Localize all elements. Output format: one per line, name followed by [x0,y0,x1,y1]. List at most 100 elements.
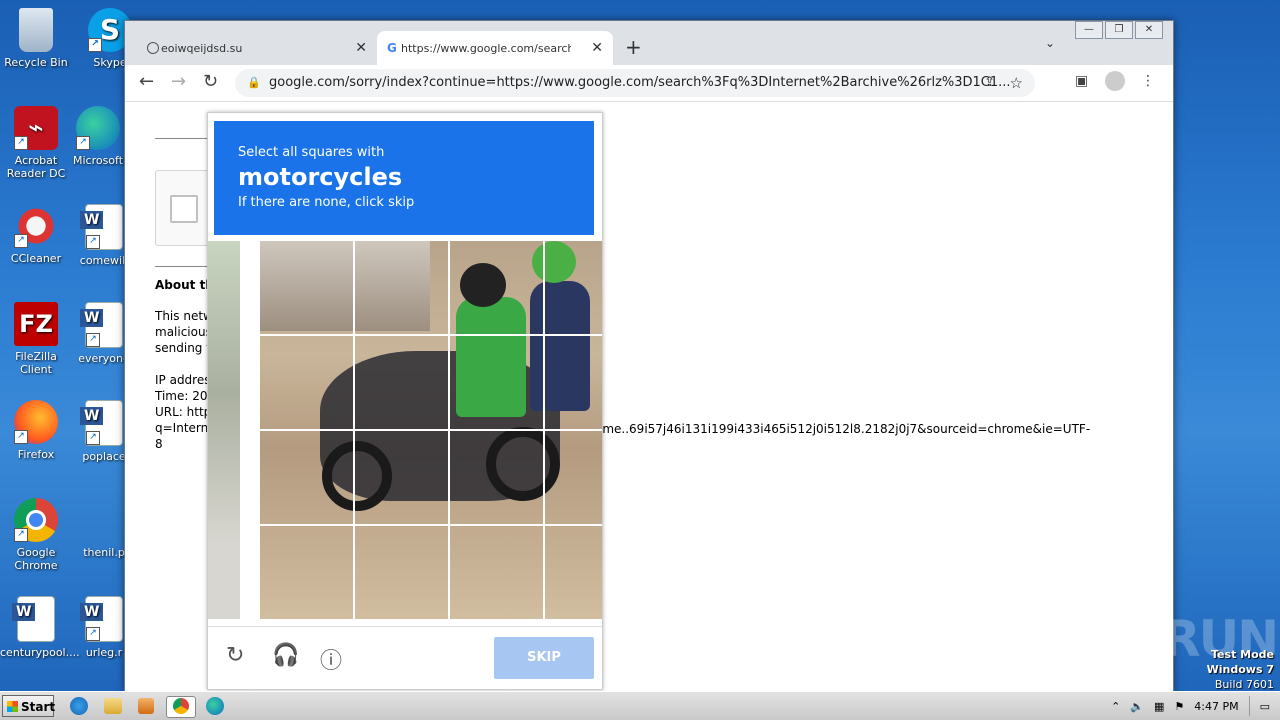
info-line: 8 [155,437,163,451]
test-mode-label: Test Mode Windows 7 Build 7601 [1207,647,1274,692]
desktop-icon-recycle-bin[interactable]: Recycle Bin [0,8,72,69]
grid-tile[interactable] [260,241,353,334]
system-tray: ⌃ 🔈 ▦ ⚑ 4:47 PM ▭ [1111,692,1280,720]
close-tab-icon[interactable]: ✕ [591,40,603,56]
desktop-icon-centurypool[interactable]: centurypool.... [0,596,80,659]
desktop-icon-label: CCleaner [10,252,62,265]
grid-tile[interactable] [260,526,353,619]
grid-tile[interactable] [355,431,448,524]
grid-tile[interactable] [260,336,353,429]
volume-icon[interactable]: 🔈 [1130,700,1144,713]
chrome-icon: ↗ [14,498,58,542]
grid-tile[interactable] [450,526,543,619]
filezilla-icon: FZ [14,302,58,346]
address-text: google.com/sorry/index?continue=https://… [269,75,1011,90]
info-line: IP addres [155,373,211,387]
target-object-text: motorcycles [238,163,403,191]
blank-doc-icon [82,498,126,542]
tray-expand-icon[interactable]: ⌃ [1111,700,1120,713]
tray-divider [1248,696,1250,716]
globe-icon [147,42,159,54]
tab-search-chevron-icon[interactable]: ⌄ [1045,36,1055,50]
desktop-icon-filezilla[interactable]: FZ FileZilla Client [0,302,72,376]
media-player-icon[interactable] [138,698,154,714]
skip-button[interactable]: SKIP [494,637,594,679]
bookmark-star-icon[interactable]: ☆ [1010,69,1023,97]
edge-icon: ↗ [76,106,120,150]
audio-icon[interactable]: 🎧 [272,643,299,668]
share-icon[interactable]: ⇪ [984,69,995,97]
show-desktop-icon[interactable]: ▭ [1260,700,1270,713]
word-doc-icon: ↗ [80,596,123,642]
instruction-text: Select all squares with [238,145,385,160]
grid-tile[interactable] [450,336,543,429]
chrome-window: eoiwqeijdsd.su ✕ G https://www.google.co… [124,20,1174,692]
word-doc-icon: ↗ [80,400,123,446]
tab-google-search[interactable]: G https://www.google.com/search?q= ✕ [377,31,613,65]
challenge-header: Select all squares with motorcycles If t… [214,121,594,235]
grid-tile[interactable] [545,336,602,429]
os-text: Windows 7 [1206,663,1274,676]
desktop-icon-ccleaner[interactable]: ↗ CCleaner [0,204,72,265]
grid-tile[interactable] [450,241,543,334]
grid-tile[interactable] [545,526,602,619]
tab-eoiwqeijdsd[interactable]: eoiwqeijdsd.su ✕ [137,31,377,65]
back-arrow-icon[interactable]: ← [139,71,154,92]
start-button[interactable]: Start [2,695,55,717]
page-content: About th This netw malicious sending t I… [125,102,1173,691]
menu-kebab-icon[interactable]: ⋮ [1141,73,1155,89]
info-icon[interactable]: ⓘ [320,643,342,675]
grid-tile[interactable] [355,336,448,429]
new-tab-button[interactable]: + [625,35,642,59]
grid-tile[interactable] [260,431,353,524]
word-doc-icon: ↗ [80,302,123,348]
word-doc-icon [12,596,55,642]
close-window-button[interactable]: ✕ [1135,21,1163,39]
side-panel-icon[interactable]: ▣ [1075,73,1088,89]
flag-icon[interactable]: ⚑ [1174,700,1184,713]
network-icon[interactable]: ▦ [1154,700,1164,713]
grid-tile[interactable] [355,526,448,619]
word-doc-icon: ↗ [80,204,123,250]
desktop-icon-label: FileZilla Client [15,350,57,376]
clock[interactable]: 4:47 PM [1194,700,1238,713]
grid-tile[interactable] [450,431,543,524]
browser-toolbar: ← → ↻ 🔒 google.com/sorry/index?continue=… [125,65,1173,102]
chrome-taskbar-icon[interactable] [166,696,196,718]
profile-avatar[interactable] [1105,71,1125,95]
grid-tile[interactable] [545,431,602,524]
firefox-icon: ↗ [14,400,58,444]
reload-icon[interactable]: ↻ [203,71,218,92]
divider [155,138,215,139]
desktop-icon-label: centurypool.... [0,646,80,659]
forward-arrow-icon[interactable]: → [171,71,186,92]
paragraph-line: malicious [155,325,212,339]
taskbar: Start ⌃ 🔈 ▦ ⚑ 4:47 PM ▭ [0,691,1280,720]
recaptcha-challenge: Select all squares with motorcycles If t… [207,112,603,690]
info-line: URL: http [155,405,212,419]
about-heading: About th [155,278,214,292]
desktop-icon-label: Firefox [17,448,55,461]
recaptcha-checkbox[interactable] [170,195,198,223]
desktop-icon-google-chrome[interactable]: ↗ Google Chrome [0,498,72,572]
reload-icon[interactable]: ↻ [226,643,244,668]
close-tab-icon[interactable]: ✕ [355,40,367,56]
minimize-button[interactable]: — [1075,21,1103,39]
url-tail-text: ome..69i57j46i131i199i433i465i512j0i512l… [595,422,1091,436]
desktop-icon-label: Google Chrome [14,546,58,572]
internet-explorer-icon[interactable] [70,697,88,715]
challenge-footer: ↻ 🎧 ⓘ SKIP [208,626,602,689]
restore-button[interactable]: ❐ [1105,21,1133,39]
address-bar[interactable]: 🔒 google.com/sorry/index?continue=https:… [235,69,1035,97]
tab-title: eoiwqeijdsd.su [161,41,243,55]
edge-taskbar-icon[interactable] [206,697,224,715]
test-mode-text: Test Mode [1211,648,1274,661]
paragraph-line: This netw [155,309,213,323]
file-explorer-icon[interactable] [104,698,122,714]
desktop-icon-firefox[interactable]: ↗ Firefox [0,400,72,461]
grid-tile[interactable] [545,241,602,334]
recycle-bin-icon [19,8,53,52]
build-text: Build 7601 [1214,678,1274,691]
divider [155,266,215,267]
grid-tile[interactable] [355,241,448,334]
